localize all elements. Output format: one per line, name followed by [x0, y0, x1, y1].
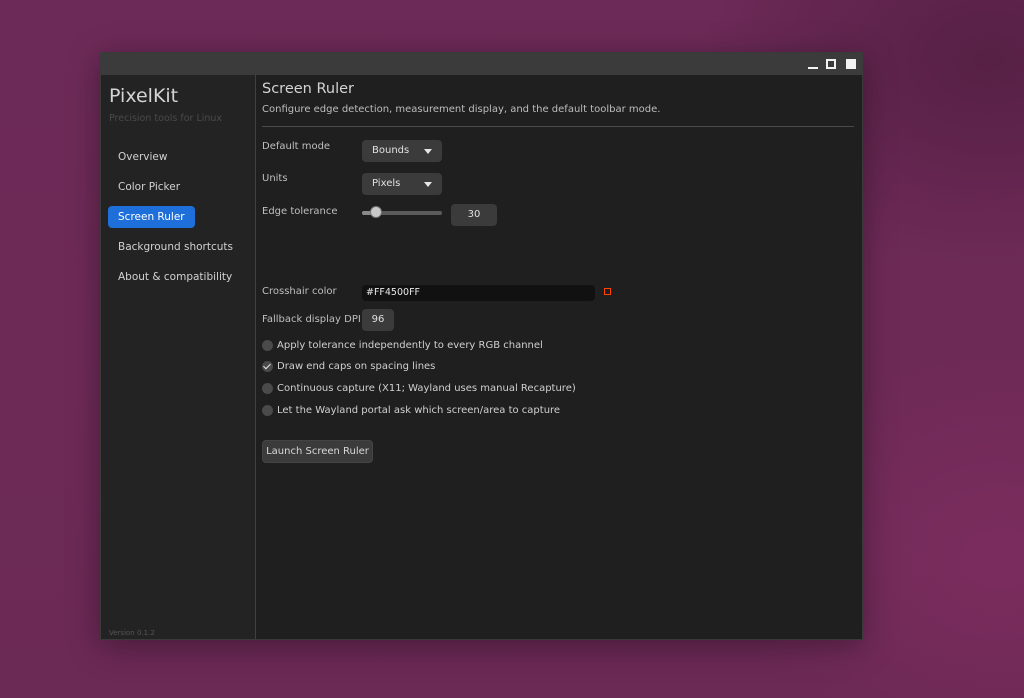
checkbox[interactable] [262, 383, 273, 394]
edge-tolerance-input[interactable]: 30 [451, 204, 497, 226]
default-mode-dropdown[interactable]: Bounds [362, 140, 442, 162]
checkbox-checked[interactable] [262, 361, 273, 372]
sidebar-item-screen-ruler[interactable]: Screen Ruler [108, 206, 195, 228]
fallback-dpi-input[interactable]: 96 [362, 309, 394, 331]
checkbox[interactable] [262, 340, 273, 351]
edge-tolerance-label: Edge tolerance [262, 206, 338, 217]
titlebar [101, 53, 862, 75]
sidebar-item-background-shortcuts[interactable]: Background shortcuts [108, 236, 243, 258]
app-subtitle: Precision tools for Linux [109, 113, 223, 124]
launch-screen-ruler-button[interactable]: Launch Screen Ruler [262, 440, 373, 463]
units-dropdown[interactable]: Pixels [362, 173, 442, 195]
units-value: Pixels [372, 178, 401, 189]
crosshair-color-input[interactable]: #FF4500FF [362, 285, 595, 301]
default-mode-value: Bounds [372, 145, 410, 156]
close-icon[interactable] [846, 59, 856, 69]
page-title: Screen Ruler [262, 81, 354, 97]
default-mode-label: Default mode [262, 141, 331, 152]
app-title: PixelKit [109, 85, 179, 107]
sidebar-item-color-picker[interactable]: Color Picker [108, 176, 190, 198]
minimize-icon[interactable] [808, 59, 818, 69]
edge-tolerance-slider[interactable] [362, 206, 442, 218]
chevron-down-icon [424, 182, 432, 187]
maximize-icon[interactable] [826, 59, 836, 69]
sidebar-item-overview[interactable]: Overview [108, 146, 177, 168]
color-swatch-icon[interactable] [604, 288, 611, 295]
checkbox-label: Let the Wayland portal ask which screen/… [277, 405, 561, 416]
app-window: PixelKit Precision tools for Linux Overv… [100, 52, 863, 640]
main-content: Screen Ruler Configure edge detection, m… [256, 75, 862, 639]
checkbox-label: Draw end caps on spacing lines [277, 361, 436, 372]
checkbox-label: Apply tolerance independently to every R… [277, 340, 543, 351]
checkbox-label: Continuous capture (X11; Wayland uses ma… [277, 383, 576, 394]
fallback-dpi-label: Fallback display DPI [262, 314, 361, 325]
page-description: Configure edge detection, measurement di… [262, 104, 661, 115]
divider [262, 126, 854, 127]
sidebar-item-about-compatibility[interactable]: About & compatibility [108, 266, 242, 288]
chevron-down-icon [424, 149, 432, 154]
sidebar: PixelKit Precision tools for Linux Overv… [101, 75, 256, 639]
version-label: Version 0.1.2 [109, 629, 155, 637]
units-label: Units [262, 173, 288, 184]
crosshair-color-label: Crosshair color [262, 286, 337, 297]
checkbox[interactable] [262, 405, 273, 416]
slider-handle[interactable] [370, 206, 383, 218]
